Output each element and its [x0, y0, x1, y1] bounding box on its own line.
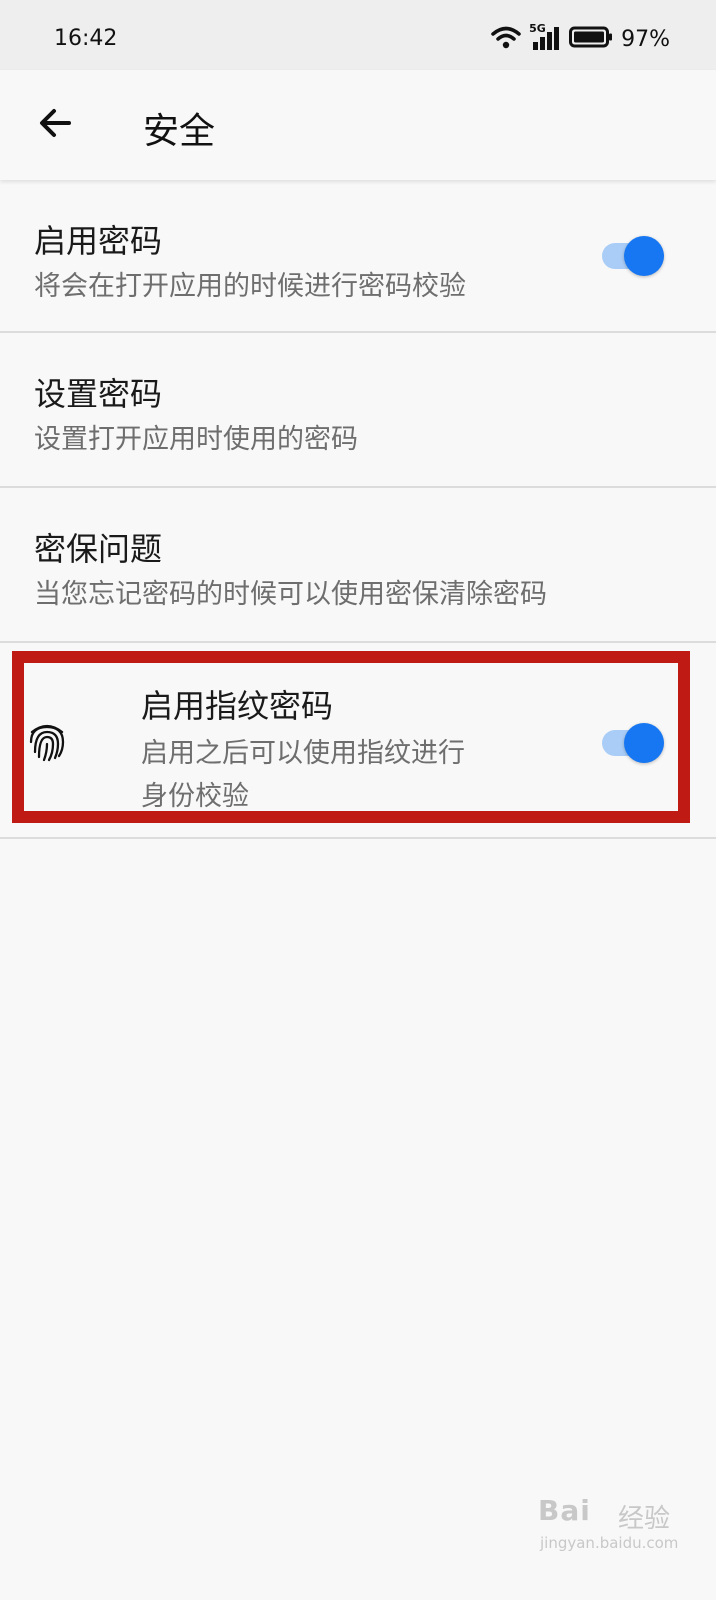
watermark-brand: 经验 [618, 1504, 671, 1534]
watermark-logo: Bai [538, 1494, 591, 1527]
toggle-knob [624, 236, 664, 276]
setting-enable-password[interactable]: 启用密码 将会在打开应用的时候进行密码校验 [0, 180, 716, 333]
status-time: 16:42 [54, 26, 118, 51]
wifi-icon [491, 25, 521, 53]
setting-set-password[interactable]: 设置密码 设置打开应用时使用的密码 [0, 333, 716, 488]
watermark-url: jingyan.baidu.com [540, 1534, 679, 1552]
watermark: Bai 经验 jingyan.baidu.com [538, 1490, 698, 1570]
cellular-5g-icon: 5G [529, 22, 561, 54]
app-bar: 安全 [0, 70, 716, 180]
setting-title: 设置密码 [34, 375, 163, 413]
setting-security-question[interactable]: 密保问题 当您忘记密码的时候可以使用密保清除密码 [0, 488, 716, 643]
status-icons: 5G 97% [491, 22, 670, 54]
enable-password-toggle[interactable] [600, 234, 666, 278]
setting-subtitle: 设置打开应用时使用的密码 [34, 424, 358, 455]
setting-title: 密保问题 [34, 530, 163, 568]
back-button[interactable] [30, 100, 80, 150]
highlight-annotation-box [12, 651, 690, 823]
battery-percentage: 97% [621, 26, 670, 52]
battery-icon [569, 25, 613, 53]
page-title: 安全 [143, 111, 216, 152]
arrow-left-icon [35, 103, 75, 147]
status-bar: 16:42 5G 97% [0, 0, 716, 70]
setting-subtitle: 将会在打开应用的时候进行密码校验 [34, 271, 466, 302]
setting-title: 启用密码 [34, 222, 163, 260]
setting-subtitle: 当您忘记密码的时候可以使用密保清除密码 [34, 579, 547, 610]
